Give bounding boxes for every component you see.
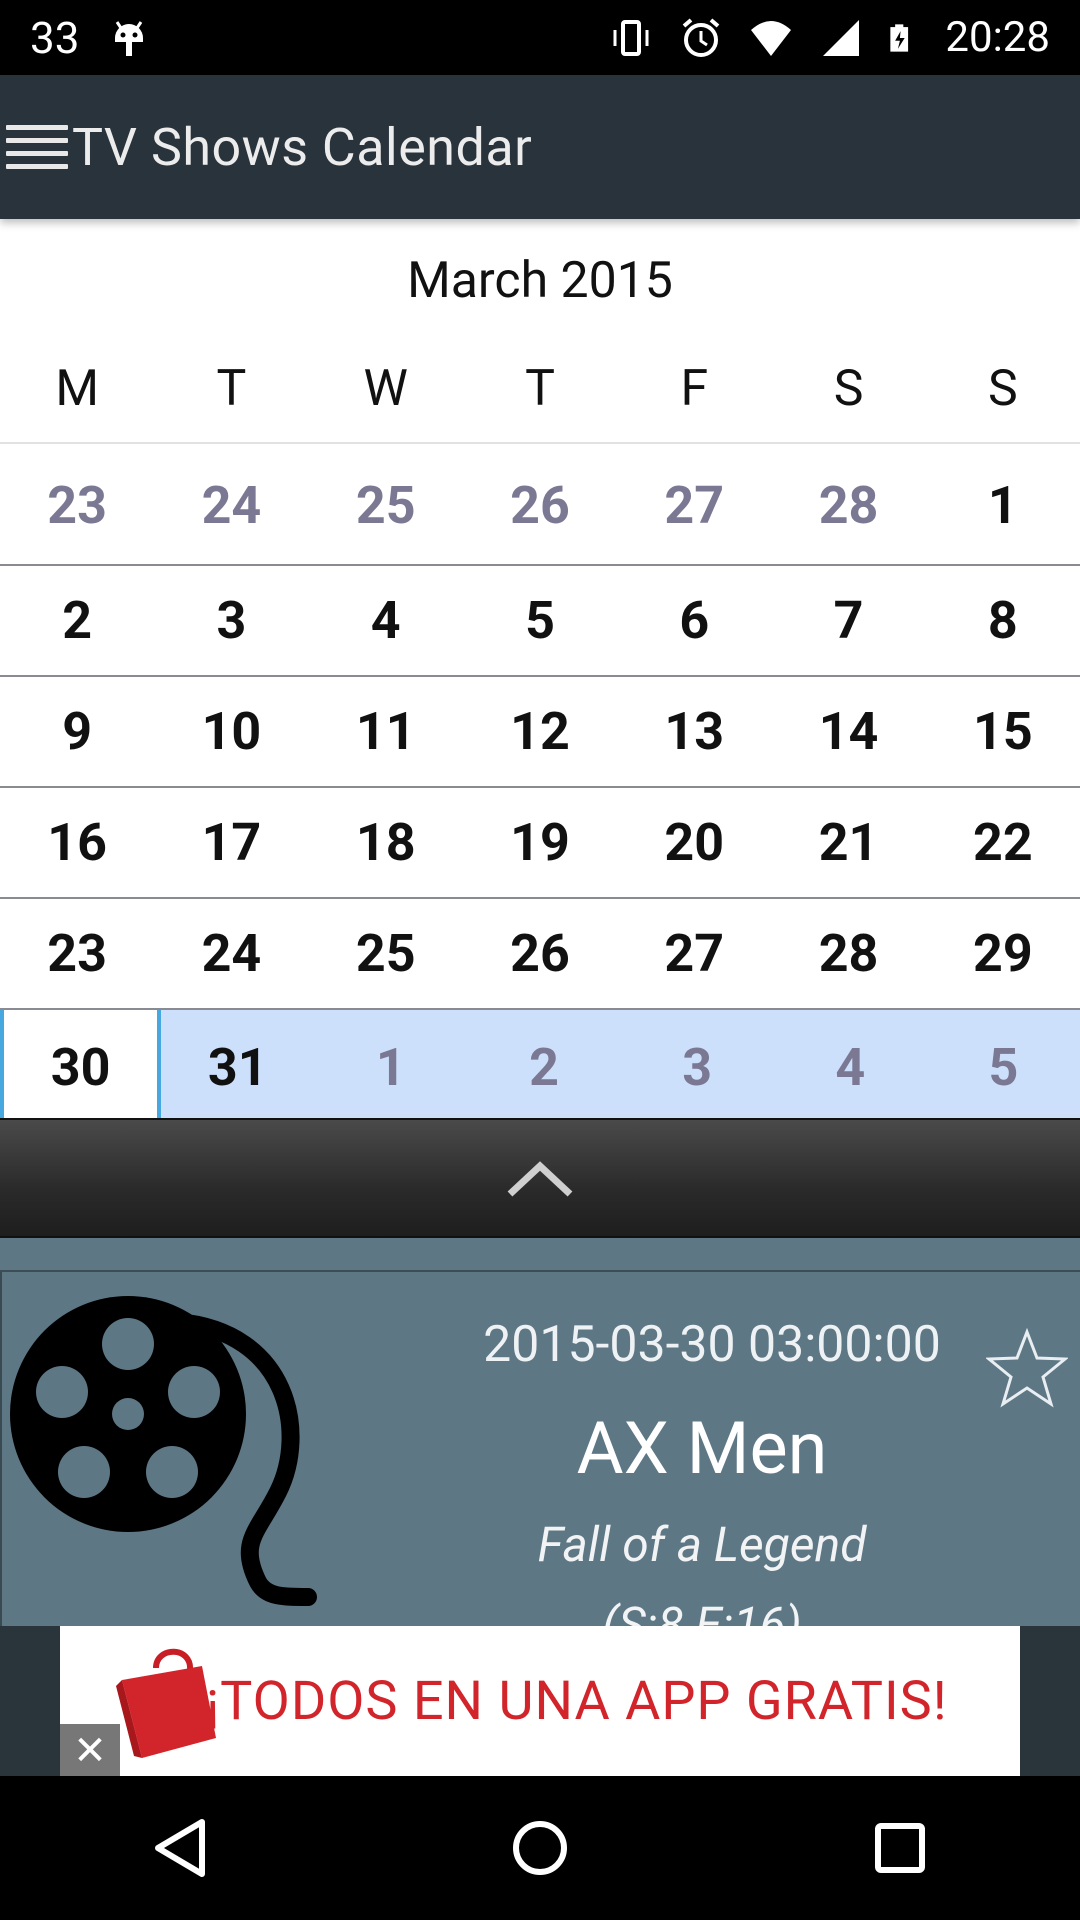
- calendar-day[interactable]: 26: [463, 446, 617, 564]
- weekday-label: S: [987, 360, 1018, 418]
- ad-text: ¡TODOS EN UNA APP GRATIS!: [206, 1669, 948, 1733]
- episode-datetime: 2015-03-30 03:00:00: [483, 1316, 941, 1374]
- calendar-day[interactable]: 10: [154, 677, 308, 786]
- calendar-day[interactable]: 26: [463, 899, 617, 1008]
- calendar-day[interactable]: 27: [617, 446, 771, 564]
- calendar-day[interactable]: 4: [309, 566, 463, 675]
- calendar-day[interactable]: 8: [926, 566, 1080, 675]
- weekday-label: S: [833, 360, 864, 418]
- calendar-day[interactable]: 3: [154, 566, 308, 675]
- calendar-day[interactable]: 27: [617, 899, 771, 1008]
- calendar-day[interactable]: 3: [620, 1010, 774, 1124]
- month-title: March 2015: [407, 252, 673, 310]
- calendar-week: 2 3 4 5 6 7 8: [0, 566, 1080, 677]
- calendar-day[interactable]: 28: [771, 446, 925, 564]
- calendar-day[interactable]: 16: [0, 788, 154, 897]
- episode-title: Fall of a Legend: [537, 1516, 867, 1573]
- recents-button[interactable]: [845, 1793, 955, 1903]
- calendar-day[interactable]: 6: [617, 566, 771, 675]
- weekday-header: M T W T F S S: [0, 360, 1080, 444]
- calendar-day[interactable]: 15: [926, 677, 1080, 786]
- home-button[interactable]: [485, 1793, 595, 1903]
- calendar-day[interactable]: 7: [771, 566, 925, 675]
- calendar-day[interactable]: 9: [0, 677, 154, 786]
- weekday-label: T: [525, 360, 555, 418]
- page-title: TV Shows Calendar: [72, 116, 533, 178]
- weekday-label: W: [363, 360, 408, 418]
- calendar-day[interactable]: 1: [314, 1010, 468, 1124]
- calendar-day[interactable]: 1: [926, 446, 1080, 564]
- shopping-bag-icon: [116, 1648, 216, 1758]
- calendar-day[interactable]: 14: [771, 677, 925, 786]
- ad-area: ¡TODOS EN UNA APP GRATIS! ✕: [0, 1626, 1080, 1776]
- back-triangle-icon: [155, 1819, 205, 1877]
- calendar-day[interactable]: 11: [309, 677, 463, 786]
- vibrate-icon: [613, 19, 649, 56]
- episode-card[interactable]: 2015-03-30 03:00:00 AX Men Fall of a Leg…: [0, 1272, 1080, 1653]
- calendar-grid: 23 24 25 26 27 28 1 2 3 4 5 6 7 8 9 10 1…: [0, 446, 1080, 1124]
- calendar-day[interactable]: 31: [161, 1010, 315, 1124]
- weekday-label: F: [680, 360, 709, 418]
- calendar-day[interactable]: 28: [771, 899, 925, 1008]
- battery-icon: [890, 23, 909, 52]
- calendar-day[interactable]: 29: [926, 899, 1080, 1008]
- calendar-day[interactable]: 2: [0, 566, 154, 675]
- calendar-day[interactable]: 5: [926, 1010, 1080, 1124]
- calendar-day[interactable]: 13: [617, 677, 771, 786]
- calendar-day[interactable]: 21: [771, 788, 925, 897]
- calendar-week: 23 24 25 26 27 28 29: [0, 899, 1080, 1010]
- calendar-day[interactable]: 19: [463, 788, 617, 897]
- recents-square-icon: [875, 1823, 925, 1873]
- back-button[interactable]: [125, 1793, 235, 1903]
- weekday-label: M: [55, 360, 99, 418]
- calendar-day[interactable]: 23: [0, 899, 154, 1008]
- calendar-day[interactable]: 22: [926, 788, 1080, 897]
- episode-panel: 2015-03-30 03:00:00 AX Men Fall of a Leg…: [0, 1238, 1080, 1653]
- calendar-day[interactable]: 23: [0, 446, 154, 564]
- calendar-day[interactable]: 18: [309, 788, 463, 897]
- calendar-day[interactable]: 25: [309, 899, 463, 1008]
- notification-count: 33: [30, 11, 80, 64]
- wifi-icon: [751, 20, 792, 56]
- drawer-handle[interactable]: [0, 1118, 1080, 1238]
- signal-icon: [823, 19, 860, 56]
- calendar-day[interactable]: 2: [467, 1010, 621, 1124]
- clock: 20:28: [945, 13, 1050, 62]
- calendar-day[interactable]: 25: [309, 446, 463, 564]
- navigation-bar: [0, 1776, 1080, 1920]
- android-icon: [115, 20, 144, 56]
- calendar-week: 23 24 25 26 27 28 1: [0, 446, 1080, 566]
- hamburger-icon[interactable]: [6, 125, 68, 169]
- show-title: AX Men: [576, 1406, 828, 1491]
- calendar-day[interactable]: 12: [463, 677, 617, 786]
- calendar-week: 9 10 11 12 13 14 15: [0, 677, 1080, 788]
- weekday-label: T: [216, 360, 247, 418]
- calendar-day[interactable]: 5: [463, 566, 617, 675]
- calendar-week-selected: 30 31 1 2 3 4 5: [0, 1010, 1080, 1124]
- app-toolbar: TV Shows Calendar: [0, 75, 1080, 219]
- calendar-day[interactable]: 24: [154, 446, 308, 564]
- status-bar: 33 20:28: [0, 0, 1080, 75]
- calendar-day-selected[interactable]: 30: [0, 1010, 162, 1124]
- ad-banner[interactable]: ¡TODOS EN UNA APP GRATIS!: [60, 1626, 1020, 1776]
- alarm-icon: [683, 17, 720, 57]
- home-circle-icon: [513, 1821, 567, 1875]
- calendar-day[interactable]: 20: [617, 788, 771, 897]
- ad-close-button[interactable]: ✕: [60, 1724, 120, 1776]
- calendar-day[interactable]: 17: [154, 788, 308, 897]
- star-outline-icon[interactable]: [986, 1328, 1068, 1410]
- calendar-day[interactable]: 24: [154, 899, 308, 1008]
- chevron-up-icon: [507, 1161, 573, 1197]
- calendar-week: 16 17 18 19 20 21 22: [0, 788, 1080, 899]
- calendar-day[interactable]: 4: [773, 1010, 927, 1124]
- film-reel-icon: [10, 1296, 317, 1606]
